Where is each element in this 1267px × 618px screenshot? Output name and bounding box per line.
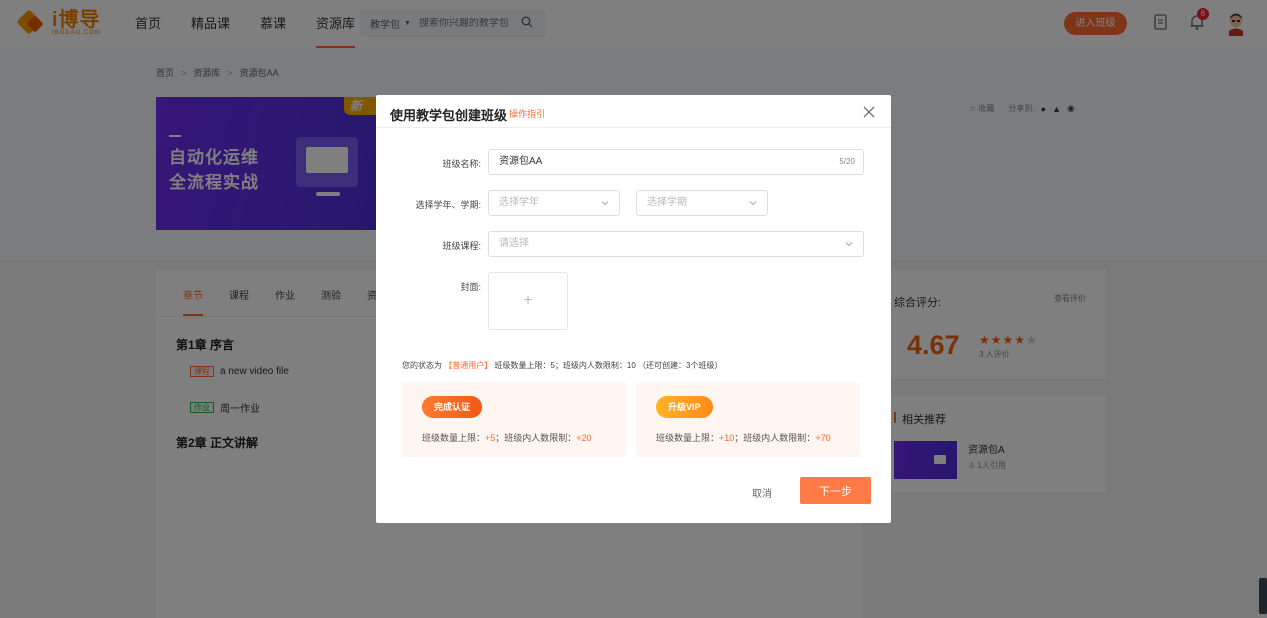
char-counter: 5/20 bbox=[839, 157, 855, 166]
certify-upgrade-card: 完成认证 班级数量上限：+5；班级内人数限制：+20 bbox=[402, 382, 626, 457]
cover-upload-button[interactable]: + bbox=[488, 272, 568, 330]
class-name-input[interactable]: 资源包AA 5/20 bbox=[488, 149, 864, 175]
term-label: 选择学年、学期: bbox=[415, 200, 481, 210]
close-icon[interactable] bbox=[862, 105, 876, 119]
chevron-down-icon bbox=[601, 201, 609, 206]
semester-select[interactable]: 选择学期 bbox=[636, 190, 768, 216]
guide-link[interactable]: 操作指引 bbox=[509, 107, 545, 120]
semester-placeholder: 选择学期 bbox=[647, 197, 687, 208]
certify-benefits: 班级数量上限：+5；班级内人数限制：+20 bbox=[422, 433, 592, 443]
upgrade-vip-button[interactable]: 升级VIP bbox=[656, 396, 713, 418]
complete-certification-button[interactable]: 完成认证 bbox=[422, 396, 483, 418]
course-placeholder: 请选择 bbox=[499, 238, 529, 249]
course-select[interactable]: 请选择 bbox=[488, 231, 864, 257]
user-role: 【普通用户】 bbox=[444, 361, 493, 370]
next-step-button[interactable]: 下一步 bbox=[800, 477, 871, 504]
chevron-down-icon bbox=[845, 242, 853, 247]
create-class-dialog: 使用教学包创建班级 操作指引 班级名称: 资源包AA 5/20 选择学年、学期:… bbox=[376, 95, 891, 523]
chevron-down-icon bbox=[749, 201, 757, 206]
year-select[interactable]: 选择学年 bbox=[488, 190, 620, 216]
plus-icon: + bbox=[523, 292, 533, 309]
cancel-button[interactable]: 取消 bbox=[752, 485, 772, 500]
cover-label: 封面: bbox=[460, 282, 481, 292]
vip-upgrade-card: 升级VIP 班级数量上限：+10；班级内人数限制：+70 bbox=[636, 382, 860, 457]
vip-benefits: 班级数量上限：+10；班级内人数限制：+70 bbox=[656, 433, 831, 443]
class-name-label: 班级名称: bbox=[442, 159, 481, 169]
user-status-line: 您的状态为 【普通用户】 班级数量上限：5；班级内人数限制：10 （还可创建：3… bbox=[402, 361, 723, 370]
dialog-title: 使用教学包创建班级 bbox=[390, 108, 508, 123]
year-placeholder: 选择学年 bbox=[499, 197, 539, 208]
class-name-value: 资源包AA bbox=[499, 156, 543, 167]
course-label: 班级课程: bbox=[442, 241, 481, 251]
